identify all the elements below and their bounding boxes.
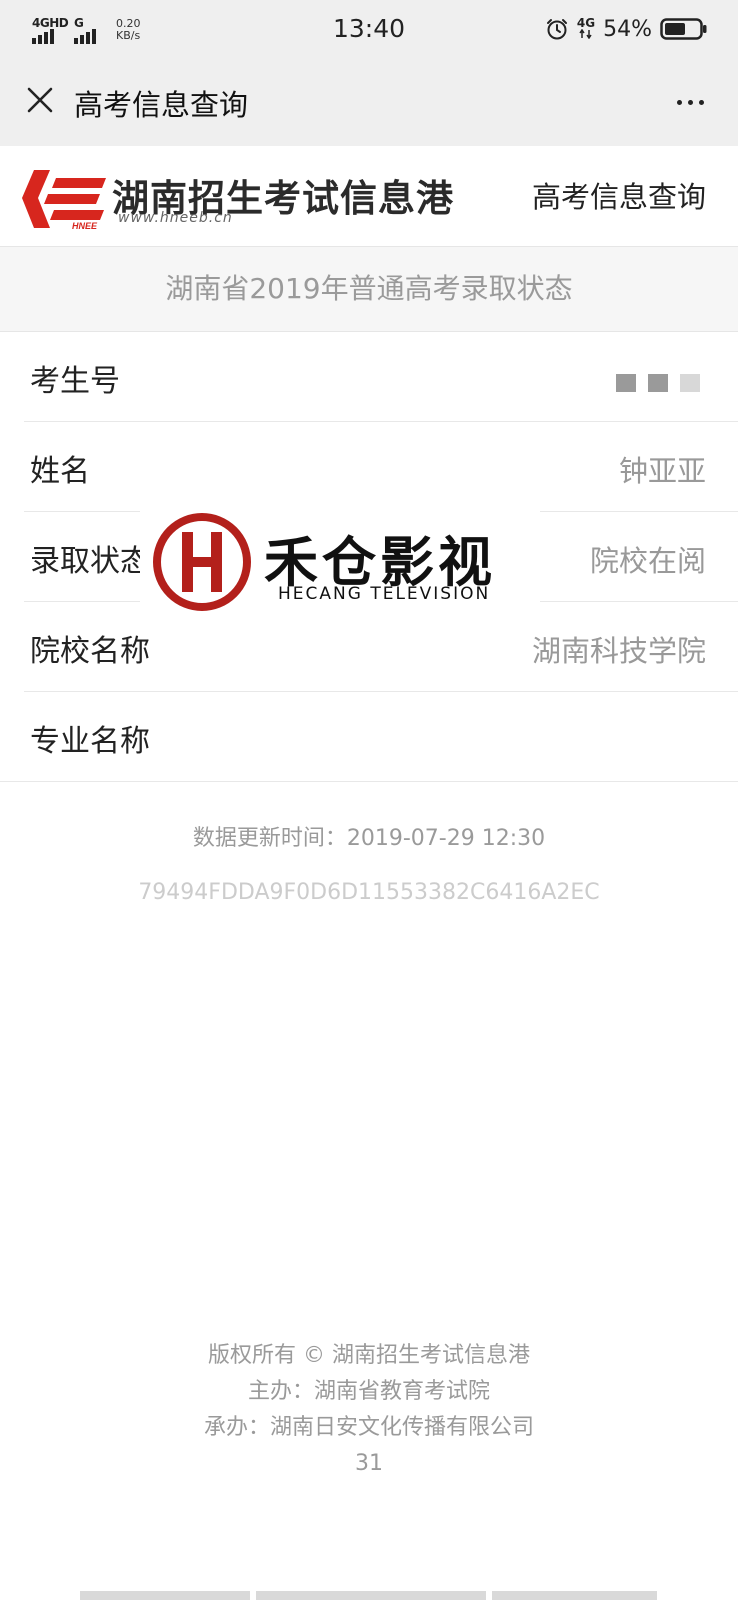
hnee-logo[interactable]: HNEE: [16, 168, 108, 230]
close-icon: [27, 87, 53, 113]
info-label: 考生号: [30, 364, 120, 399]
watermark: 禾仓影视 HECANG TELEVISION: [140, 508, 540, 618]
status-bar: 4GHD G 0.20 KB/s 13:40 4G 54%: [0, 0, 738, 58]
data-arrows-icon: [579, 28, 592, 40]
watermark-text-en: HECANG TELEVISION: [278, 584, 491, 604]
footer-operator: 承办：湖南日安文化传播有限公司: [203, 1415, 534, 1440]
more-dot-icon: [687, 99, 693, 105]
battery-percent: 54%: [603, 16, 652, 42]
info-label: 专业名称: [30, 724, 150, 759]
query-link[interactable]: 高考信息查询: [532, 174, 706, 216]
info-row-major-name: 专业名称: [0, 692, 738, 782]
info-value: 钟亚亚: [618, 454, 706, 488]
site-header: HNEE 湖南招生考试信息港 www.hneeb.cn 高考信息查询: [0, 146, 738, 247]
info-label: 院校名称: [30, 634, 150, 669]
more-dot-icon: [676, 99, 682, 105]
bottom-toolbar: [80, 1591, 660, 1600]
site-url: www.hneeb.cn: [118, 210, 233, 226]
bottom-tab[interactable]: [256, 1591, 486, 1600]
mobile-data-label: 4G: [576, 16, 596, 30]
bottom-tab[interactable]: [80, 1591, 250, 1600]
info-value: 湖南科技学院: [531, 634, 706, 668]
close-button[interactable]: [20, 80, 60, 120]
footer-copyright: 版权所有 © 湖南招生考试信息港: [208, 1343, 530, 1368]
more-dot-icon: [698, 99, 704, 105]
status-right: 4G 54%: [545, 14, 708, 44]
info-value: 院校在阅: [589, 544, 706, 578]
info-label: 录取状态: [30, 544, 150, 579]
footer: 版权所有 © 湖南招生考试信息港 主办：湖南省教育考试院 承办：湖南日安文化传播…: [0, 1338, 738, 1482]
bottom-tab[interactable]: [492, 1591, 657, 1600]
info-row-name: 姓名 钟亚亚: [0, 422, 738, 512]
redacted-value: [616, 374, 700, 392]
mobile-data-indicator: 4G: [577, 17, 595, 41]
footer-host: 主办：湖南省教育考试院: [247, 1379, 490, 1404]
page-title: 高考信息查询: [74, 88, 249, 122]
logo-badge: HNEE: [72, 221, 98, 230]
info-row-candidate-number: 考生号: [0, 332, 738, 422]
update-time: 数据更新时间：2019-07-29 12:30: [192, 826, 546, 851]
record-hash: 79494FDDA9F0D6D11553382C6416A2EC: [138, 880, 600, 905]
more-options-button[interactable]: [670, 82, 710, 122]
alarm-icon: [546, 19, 567, 40]
footer-number: 31: [355, 1451, 383, 1476]
info-label: 姓名: [30, 454, 90, 489]
webview-title-bar: 高考信息查询: [0, 58, 738, 146]
watermark-logo: [153, 513, 251, 611]
result-heading: 湖南省2019年普通高考录取状态: [0, 247, 738, 332]
battery-icon: [660, 18, 707, 40]
